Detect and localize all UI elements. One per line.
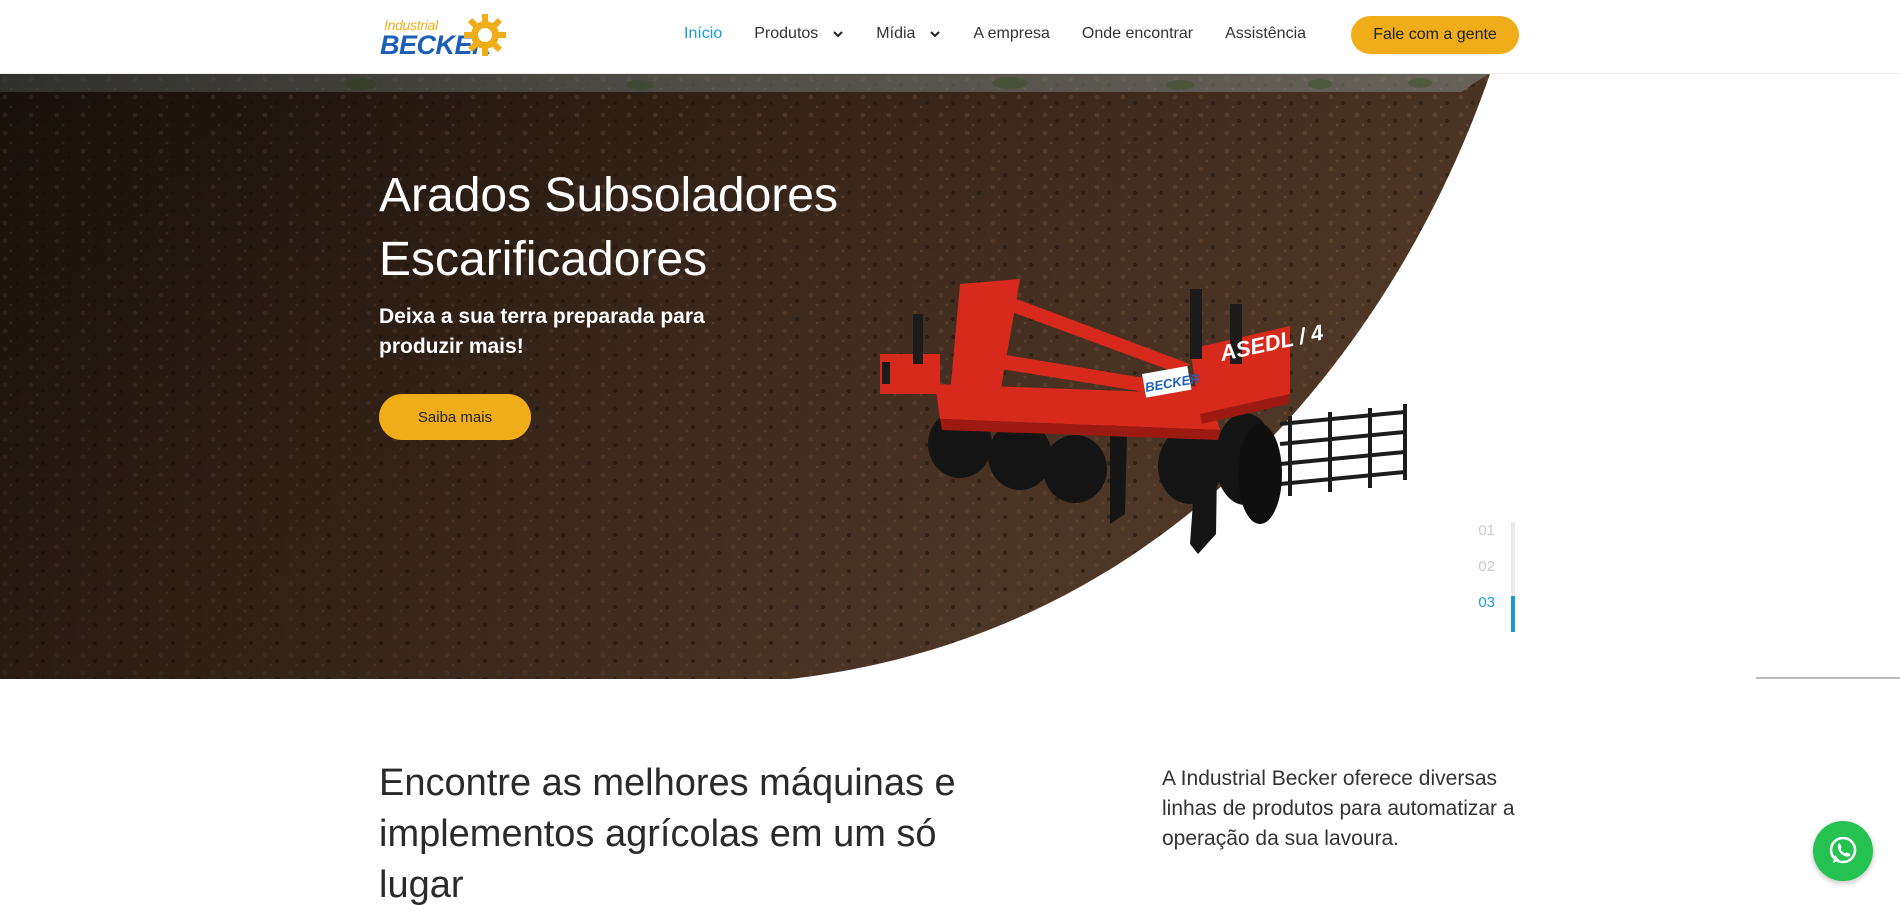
nav-item-assistencia[interactable]: Assistência [1225, 25, 1306, 43]
hero-title-line1: Arados Subsoladores [379, 169, 838, 222]
gear-icon [464, 14, 506, 56]
hero-title-line2: Escarificadores [379, 233, 708, 286]
slide-progress-indicator [1511, 596, 1515, 632]
chevron-down-icon [930, 31, 941, 38]
nav-item-a-empresa[interactable]: A empresa [973, 25, 1049, 43]
nav-item-label: Início [684, 25, 723, 42]
nav-item-inicio[interactable]: Início [684, 25, 722, 43]
hero-slider: Arados Subsoladores Escarificadores Deix… [0, 74, 1900, 679]
intro-text: A Industrial Becker oferece diversas lin… [1162, 767, 1515, 850]
whatsapp-icon [1829, 836, 1857, 864]
slide-pagination: 01 02 03 [1470, 522, 1515, 632]
nav-item-label: Mídia [876, 25, 916, 42]
nav-item-midia[interactable]: Mídia [876, 25, 941, 43]
main-nav: Início Produtos Mídia A empresa Onde enc… [684, 24, 1338, 44]
nav-item-onde-encontrar[interactable]: Onde encontrar [1082, 25, 1193, 43]
nav-item-label: A empresa [973, 25, 1050, 42]
slide-number-2[interactable]: 02 [1478, 558, 1495, 575]
nav-item-label: Onde encontrar [1081, 25, 1194, 42]
nav-item-produtos[interactable]: Produtos [754, 25, 844, 43]
saiba-mais-button[interactable]: Saiba mais [379, 394, 531, 440]
logo[interactable]: Industrial BECKER [378, 10, 508, 60]
hero-subtitle: Deixa a sua terra preparada para produzi… [379, 305, 705, 358]
contact-button[interactable]: Fale com a gente [1351, 16, 1519, 54]
site-header: Industrial BECKER Início Produtos Mídia … [0, 0, 1900, 74]
product-image: ASEDL / 4 BECKER [880, 279, 1407, 554]
intro-title: Encontre as melhores máquinas e implemen… [379, 762, 956, 905]
whatsapp-chat-button[interactable] [1813, 821, 1873, 881]
slide-number-1[interactable]: 01 [1478, 522, 1495, 539]
nav-item-label: Produtos [754, 25, 819, 42]
chevron-down-icon [833, 31, 844, 38]
slide-number-3[interactable]: 03 [1478, 594, 1495, 611]
hero-title: Arados Subsoladores Escarificadores [379, 164, 939, 292]
nav-item-label: Assistência [1225, 25, 1307, 42]
